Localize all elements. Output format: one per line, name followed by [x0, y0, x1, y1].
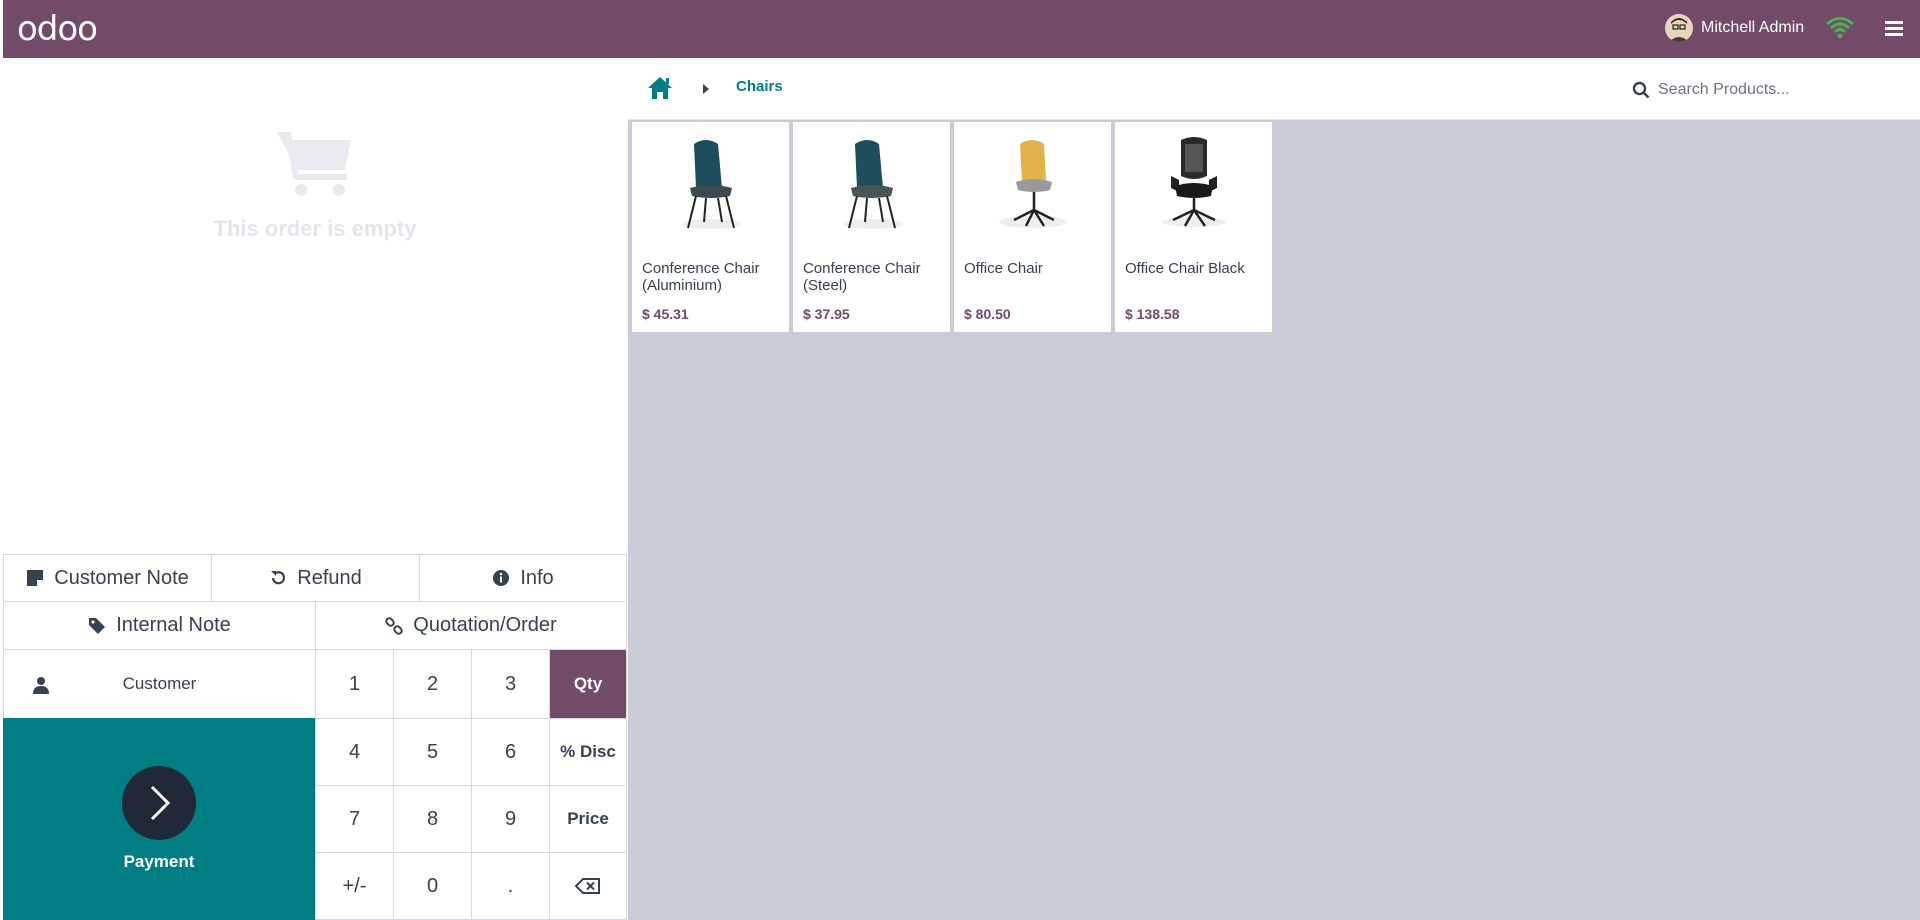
product-price: $ 37.95 — [803, 306, 850, 322]
product-card[interactable]: Office Chair $ 80.50 — [954, 122, 1111, 332]
refund-button[interactable]: Refund — [211, 554, 420, 602]
numpad-price[interactable]: Price — [549, 785, 627, 853]
home-icon[interactable] — [646, 75, 674, 101]
payment-button[interactable]: Payment — [3, 718, 315, 920]
user-name: Mitchell Admin — [1701, 19, 1805, 36]
tag-icon — [89, 617, 106, 634]
product-name: Conference Chair (Steel) — [803, 260, 921, 294]
numpad-4[interactable]: 4 — [315, 718, 394, 786]
cart-icon — [275, 128, 355, 198]
numpad-3[interactable]: 3 — [471, 649, 550, 719]
quotation-order-button[interactable]: Quotation/Order — [315, 601, 627, 650]
link-icon — [385, 616, 403, 635]
product-card[interactable]: Office Chair Black $ 138.58 — [1115, 122, 1272, 332]
numpad-decimal[interactable]: . — [471, 852, 550, 920]
backspace-button[interactable] — [549, 852, 627, 920]
customer-button[interactable]: Customer — [3, 649, 316, 719]
search-bar — [1616, 72, 1920, 108]
odoo-logo[interactable]: odoo — [17, 8, 98, 50]
numpad-6[interactable]: 6 — [471, 718, 550, 786]
caret-right-icon — [702, 82, 710, 94]
customer-note-button[interactable]: Customer Note — [3, 554, 212, 602]
product-price: $ 45.31 — [642, 306, 689, 322]
product-card[interactable]: Conference Chair (Aluminium) $ 45.31 — [632, 122, 789, 332]
numpad-9[interactable]: 9 — [471, 785, 550, 853]
numpad-8[interactable]: 8 — [393, 785, 472, 853]
user-menu[interactable]: Mitchell Admin — [1665, 14, 1804, 42]
breadcrumb-chairs[interactable]: Chairs — [736, 78, 783, 95]
hamburger-menu-icon[interactable] — [1883, 18, 1905, 38]
product-image — [632, 128, 789, 238]
empty-order-text: This order is empty — [213, 216, 417, 241]
internal-note-button[interactable]: Internal Note — [3, 601, 316, 650]
product-name: Conference Chair (Aluminium) — [642, 260, 760, 294]
product-card[interactable]: Conference Chair (Steel) $ 37.95 — [793, 122, 950, 332]
numpad-1[interactable]: 1 — [315, 649, 394, 719]
product-panel: Chairs Conference Chair (Aluminium) $ 45… — [628, 58, 1920, 920]
search-icon — [1632, 81, 1650, 99]
numpad-plus-minus[interactable]: +/- — [315, 852, 394, 920]
product-name: Office Chair — [964, 260, 1043, 277]
numpad-disc[interactable]: % Disc — [549, 718, 627, 786]
product-image — [1115, 128, 1272, 238]
user-avatar — [1665, 14, 1693, 42]
product-image — [793, 128, 950, 238]
numpad-7[interactable]: 7 — [315, 785, 394, 853]
user-icon — [33, 677, 49, 694]
backspace-icon — [575, 878, 600, 894]
product-price: $ 80.50 — [964, 306, 1011, 322]
note-icon — [27, 570, 44, 586]
product-grid: Conference Chair (Aluminium) $ 45.31 Con… — [632, 122, 1272, 332]
info-button[interactable]: Info — [419, 554, 627, 602]
top-bar: odoo Mitchell Admin — [0, 0, 1920, 58]
wifi-icon[interactable] — [1825, 16, 1855, 40]
numpad-5[interactable]: 5 — [393, 718, 472, 786]
chevron-right-icon — [122, 766, 196, 840]
order-controls: Customer Note Refund Info Internal Note … — [3, 554, 627, 920]
undo-icon — [271, 571, 286, 585]
numpad-qty[interactable]: Qty — [549, 649, 627, 719]
numpad-0[interactable]: 0 — [393, 852, 472, 920]
search-input[interactable] — [1658, 81, 1908, 99]
empty-order: This order is empty — [3, 128, 627, 242]
numpad-2[interactable]: 2 — [393, 649, 472, 719]
product-name: Office Chair Black — [1125, 260, 1245, 277]
info-icon — [493, 570, 510, 586]
product-toolbar: Chairs — [628, 58, 1920, 120]
product-price: $ 138.58 — [1125, 306, 1180, 322]
product-image — [954, 128, 1111, 238]
